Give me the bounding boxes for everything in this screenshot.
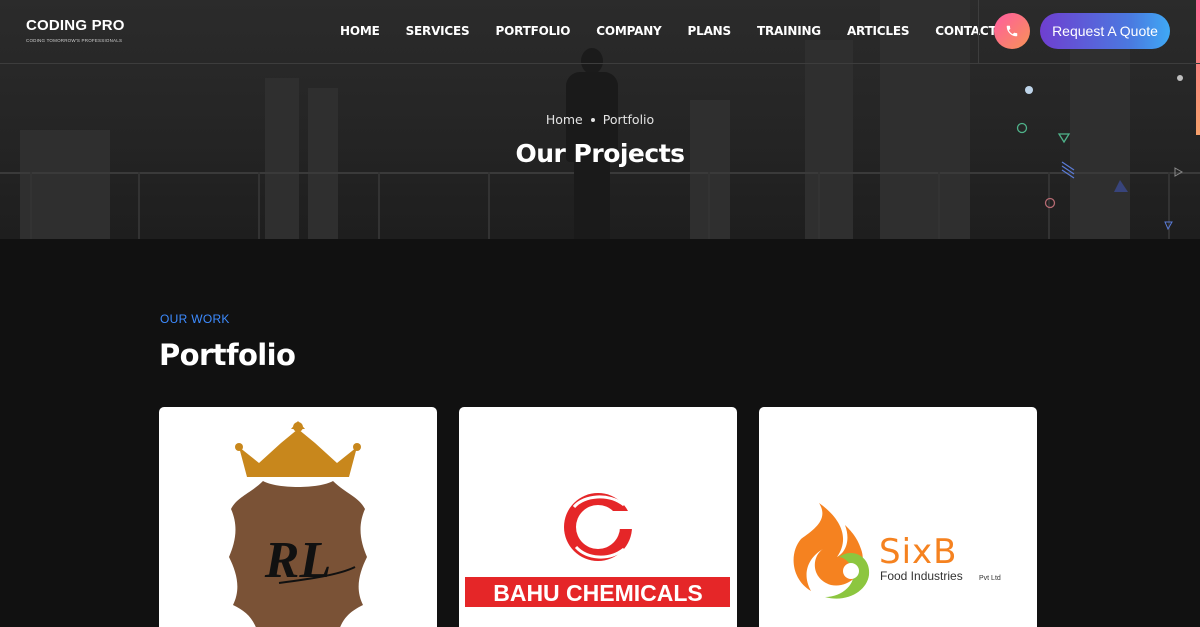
section-eyebrow: OUR WORK	[160, 312, 230, 326]
main-nav: HOME SERVICES PORTFOLIO COMPANY PLANS TR…	[340, 24, 1022, 38]
nav-item-contact[interactable]: CONTACT	[935, 24, 996, 38]
portfolio-card[interactable]: SixB Food Industries Pvt Ltd	[759, 407, 1037, 627]
request-quote-button[interactable]: Request A Quote	[1040, 13, 1170, 49]
nav-item-company[interactable]: COMPANY	[596, 24, 661, 38]
logo-tagline: CODING TOMORROW'S PROFESSIONALS	[26, 38, 123, 43]
nav-item-portfolio[interactable]: PORTFOLIO	[495, 24, 570, 38]
sixb-food-logo: SixB Food Industries Pvt Ltd	[793, 503, 1001, 599]
nav-item-training[interactable]: TRAINING	[757, 24, 821, 38]
site-header: CODING PRO CODING TOMORROW'S PROFESSIONA…	[0, 0, 1200, 64]
breadcrumb-home-link[interactable]: Home	[546, 112, 583, 127]
sixb-logo-suffix: Pvt Ltd	[979, 575, 1001, 582]
section-title: Portfolio	[159, 338, 296, 372]
breadcrumb: Home Portfolio	[0, 112, 1200, 127]
nav-item-plans[interactable]: PLANS	[688, 24, 732, 38]
nav-item-services[interactable]: SERVICES	[406, 24, 470, 38]
sixb-logo-subtext: Food Industries	[880, 569, 963, 583]
phone-icon	[1006, 25, 1018, 37]
bahu-chemicals-logo-text: BAHU CHEMICALS	[493, 580, 703, 606]
breadcrumb-current: Portfolio	[602, 112, 655, 127]
portfolio-card[interactable]: BAHU CHEMICALS	[459, 407, 737, 627]
nav-item-home[interactable]: HOME	[340, 24, 380, 38]
header-divider	[978, 0, 979, 64]
sixb-logo-text: SixB	[879, 532, 957, 572]
bahu-chemicals-logo: BAHU CHEMICALS	[465, 493, 730, 607]
portfolio-card[interactable]: RL	[159, 407, 437, 627]
phone-button[interactable]	[994, 13, 1030, 49]
site-logo[interactable]: CODING PRO CODING TOMORROW'S PROFESSIONA…	[26, 17, 125, 43]
breadcrumb-separator	[590, 117, 595, 122]
nav-item-articles[interactable]: ARTICLES	[847, 24, 910, 38]
page-title: Our Projects	[515, 139, 685, 168]
rl-leather-logo: RL	[229, 421, 367, 627]
logo-title: CODING PRO	[26, 17, 125, 34]
